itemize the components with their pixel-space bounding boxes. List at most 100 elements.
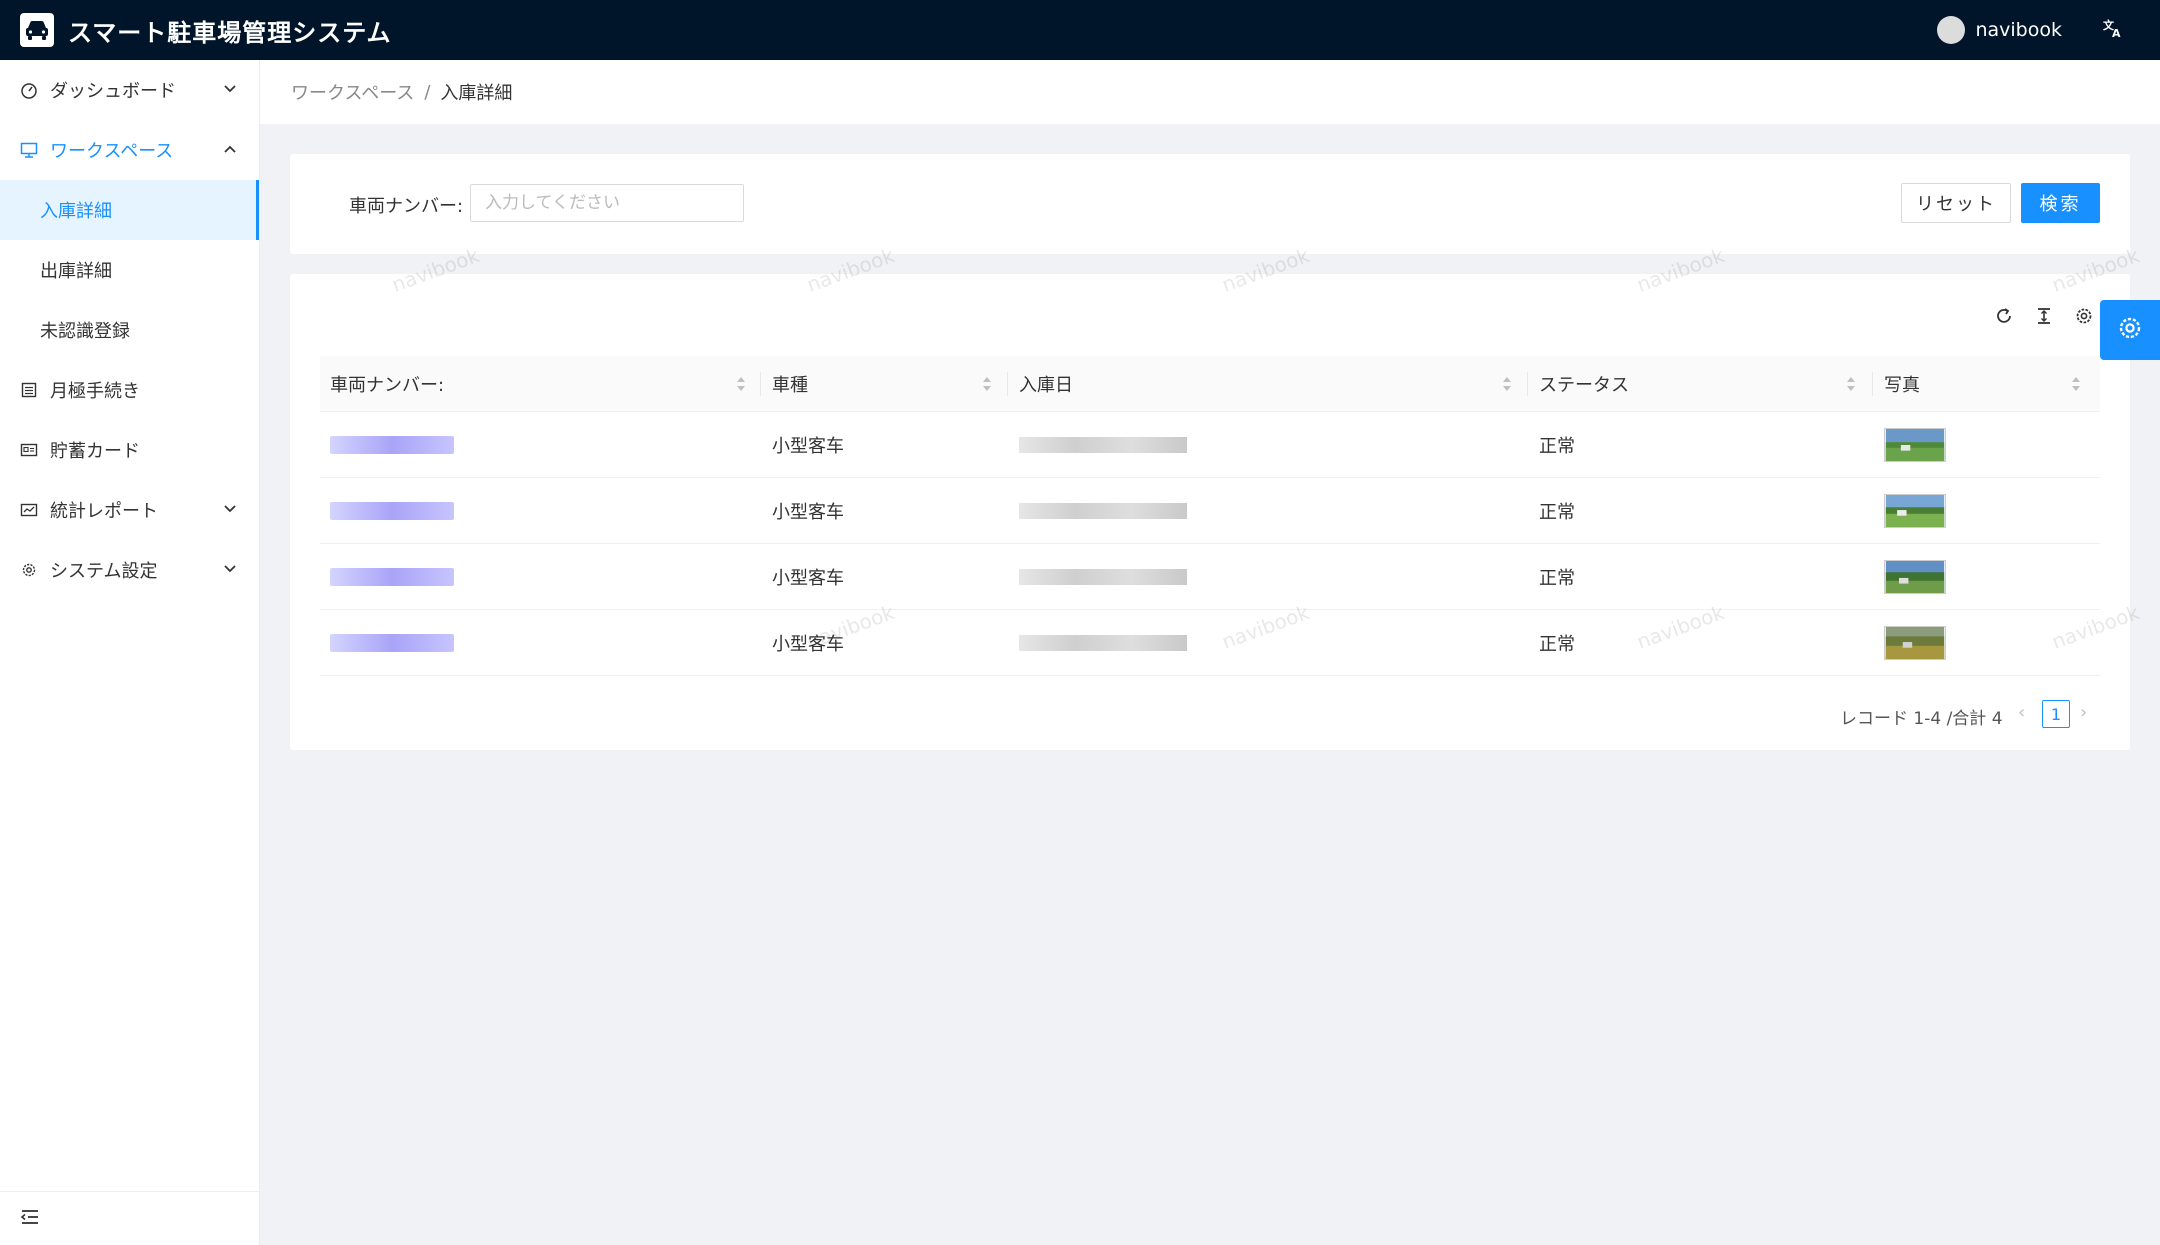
photo-cell[interactable] xyxy=(1884,478,1946,544)
plate-cell[interactable] xyxy=(330,412,454,478)
sidebar-item-stats-report[interactable]: 統計レポート xyxy=(0,480,259,540)
column-header-status[interactable]: ステータス xyxy=(1529,356,1629,412)
sidebar-subitem-exit-details[interactable]: 出庫詳細 xyxy=(0,240,259,300)
report-icon xyxy=(18,499,40,521)
plate-search-label: 車両ナンバー: xyxy=(349,196,464,217)
translate-icon[interactable]: 文 A xyxy=(2102,17,2124,44)
vehicle-type-cell: 小型客车 xyxy=(772,634,844,655)
sort-icon[interactable] xyxy=(981,375,993,393)
chevron-up-icon xyxy=(223,140,237,161)
column-divider xyxy=(1872,372,1873,396)
column-divider xyxy=(1527,372,1528,396)
column-divider xyxy=(760,372,761,396)
breadcrumb-item-current: 入庫詳細 xyxy=(440,83,513,104)
plate-search-input[interactable] xyxy=(470,184,744,222)
status-cell: 正常 xyxy=(1539,568,1575,589)
table-row: 小型客车 正常 xyxy=(320,478,2100,544)
chevron-down-icon xyxy=(223,80,237,101)
column-header-plate[interactable]: 車両ナンバー: xyxy=(320,356,444,412)
status-cell: 正常 xyxy=(1539,502,1575,523)
sidebar-item-system-settings[interactable]: システム設定 xyxy=(0,540,259,600)
app-title: スマート駐車場管理システム xyxy=(68,18,392,47)
card-icon xyxy=(18,439,40,461)
sidebar-subitem-unrecognized[interactable]: 未認識登録 xyxy=(0,300,259,360)
chevron-down-icon xyxy=(223,560,237,581)
monitor-icon xyxy=(18,139,40,161)
plate-link[interactable] xyxy=(330,568,454,586)
breadcrumb-item-workspace[interactable]: ワークスペース xyxy=(291,79,414,105)
plate-link[interactable] xyxy=(330,436,454,454)
photo-thumbnail[interactable] xyxy=(1884,494,1946,528)
plate-cell[interactable] xyxy=(330,610,454,676)
plate-link[interactable] xyxy=(330,502,454,520)
vehicle-type-cell: 小型客车 xyxy=(772,436,844,457)
collapse-sidebar-button[interactable] xyxy=(0,1191,260,1245)
svg-text:A: A xyxy=(2112,27,2121,39)
entry-date-value xyxy=(1019,569,1187,585)
vehicle-type-cell: 小型客车 xyxy=(772,568,844,589)
list-icon xyxy=(18,379,40,401)
photo-cell[interactable] xyxy=(1884,544,1946,610)
breadcrumb: ワークスペース / 入庫詳細 xyxy=(260,60,2160,124)
status-cell: 正常 xyxy=(1539,436,1575,457)
sort-icon[interactable] xyxy=(1845,375,1857,393)
gear-icon xyxy=(2117,315,2143,345)
sidebar-item-savings-card[interactable]: 貯蓄カード xyxy=(0,420,259,480)
search-panel: 車両ナンバー: リセット 検索 xyxy=(290,154,2130,254)
gear-icon xyxy=(18,559,40,581)
sidebar-item-label: ワークスペース xyxy=(50,141,174,162)
status-cell: 正常 xyxy=(1539,634,1575,655)
sort-icon[interactable] xyxy=(735,375,747,393)
photo-thumbnail[interactable] xyxy=(1884,626,1946,660)
plate-cell[interactable] xyxy=(330,478,454,544)
sidebar: ダッシュボード ワークスペース 入庫詳細 出庫詳細 未認識登録 月極手続き 貯蓄… xyxy=(0,60,260,1245)
dashboard-icon xyxy=(18,79,40,101)
search-button[interactable]: 検索 xyxy=(2021,183,2100,223)
sidebar-item-label: 統計レポート xyxy=(50,501,158,522)
entry-date-value xyxy=(1019,635,1187,651)
column-header-vehicle-type[interactable]: 車種 xyxy=(762,356,808,412)
photo-cell[interactable] xyxy=(1884,610,1946,676)
car-logo-icon xyxy=(20,13,54,47)
sidebar-item-workspace[interactable]: ワークスペース xyxy=(0,120,259,180)
sort-icon[interactable] xyxy=(2070,375,2082,393)
vehicle-type-cell: 小型客车 xyxy=(772,502,844,523)
column-settings-icon[interactable] xyxy=(2070,302,2098,330)
floating-settings-button[interactable] xyxy=(2100,300,2160,360)
sidebar-subitem-entry-details[interactable]: 入庫詳細 xyxy=(0,180,259,240)
entry-date-cell xyxy=(1019,544,1187,610)
reset-button[interactable]: リセット xyxy=(1901,183,2011,223)
user-avatar[interactable] xyxy=(1937,16,1966,44)
prev-page-icon[interactable]: ‹ xyxy=(2018,702,2025,723)
column-height-icon[interactable] xyxy=(2030,302,2058,330)
breadcrumb-separator: / xyxy=(424,81,431,103)
menu-fold-icon xyxy=(20,1208,40,1230)
reload-icon[interactable] xyxy=(1990,302,2018,330)
photo-cell[interactable] xyxy=(1884,412,1946,478)
photo-thumbnail[interactable] xyxy=(1884,560,1946,594)
photo-thumbnail[interactable] xyxy=(1884,428,1946,462)
page-1-button[interactable]: 1 xyxy=(2042,700,2070,728)
sidebar-item-monthly[interactable]: 月極手続き xyxy=(0,360,259,420)
entry-date-value xyxy=(1019,503,1187,519)
table-row: 小型客车 正常 xyxy=(320,544,2100,610)
table-panel: 車両ナンバー: 車種 入庫日 ステータス 写真 小型客车 正常 小型客车 正常 … xyxy=(290,274,2130,750)
username[interactable]: navibook xyxy=(1975,19,2062,41)
column-header-photo[interactable]: 写真 xyxy=(1874,356,1920,412)
plate-link[interactable] xyxy=(330,634,454,652)
entry-date-cell xyxy=(1019,478,1187,544)
pagination-summary: レコード 1-4 /合計 4 xyxy=(1840,709,2003,729)
entry-date-cell xyxy=(1019,610,1187,676)
entry-date-cell xyxy=(1019,412,1187,478)
table-header: 車両ナンバー: 車種 入庫日 ステータス 写真 xyxy=(320,356,2100,412)
table-row: 小型客车 正常 xyxy=(320,610,2100,676)
top-header: スマート駐車場管理システム navibook 文 A xyxy=(0,0,2160,60)
sidebar-item-label: 月極手続き xyxy=(50,381,140,402)
plate-cell[interactable] xyxy=(330,544,454,610)
column-header-entry-date[interactable]: 入庫日 xyxy=(1009,356,1073,412)
table-row: 小型客车 正常 xyxy=(320,412,2100,478)
next-page-icon[interactable]: › xyxy=(2080,702,2087,723)
sort-icon[interactable] xyxy=(1501,375,1513,393)
sidebar-item-label: システム設定 xyxy=(50,561,158,582)
sidebar-item-dashboard[interactable]: ダッシュボード xyxy=(0,60,259,120)
